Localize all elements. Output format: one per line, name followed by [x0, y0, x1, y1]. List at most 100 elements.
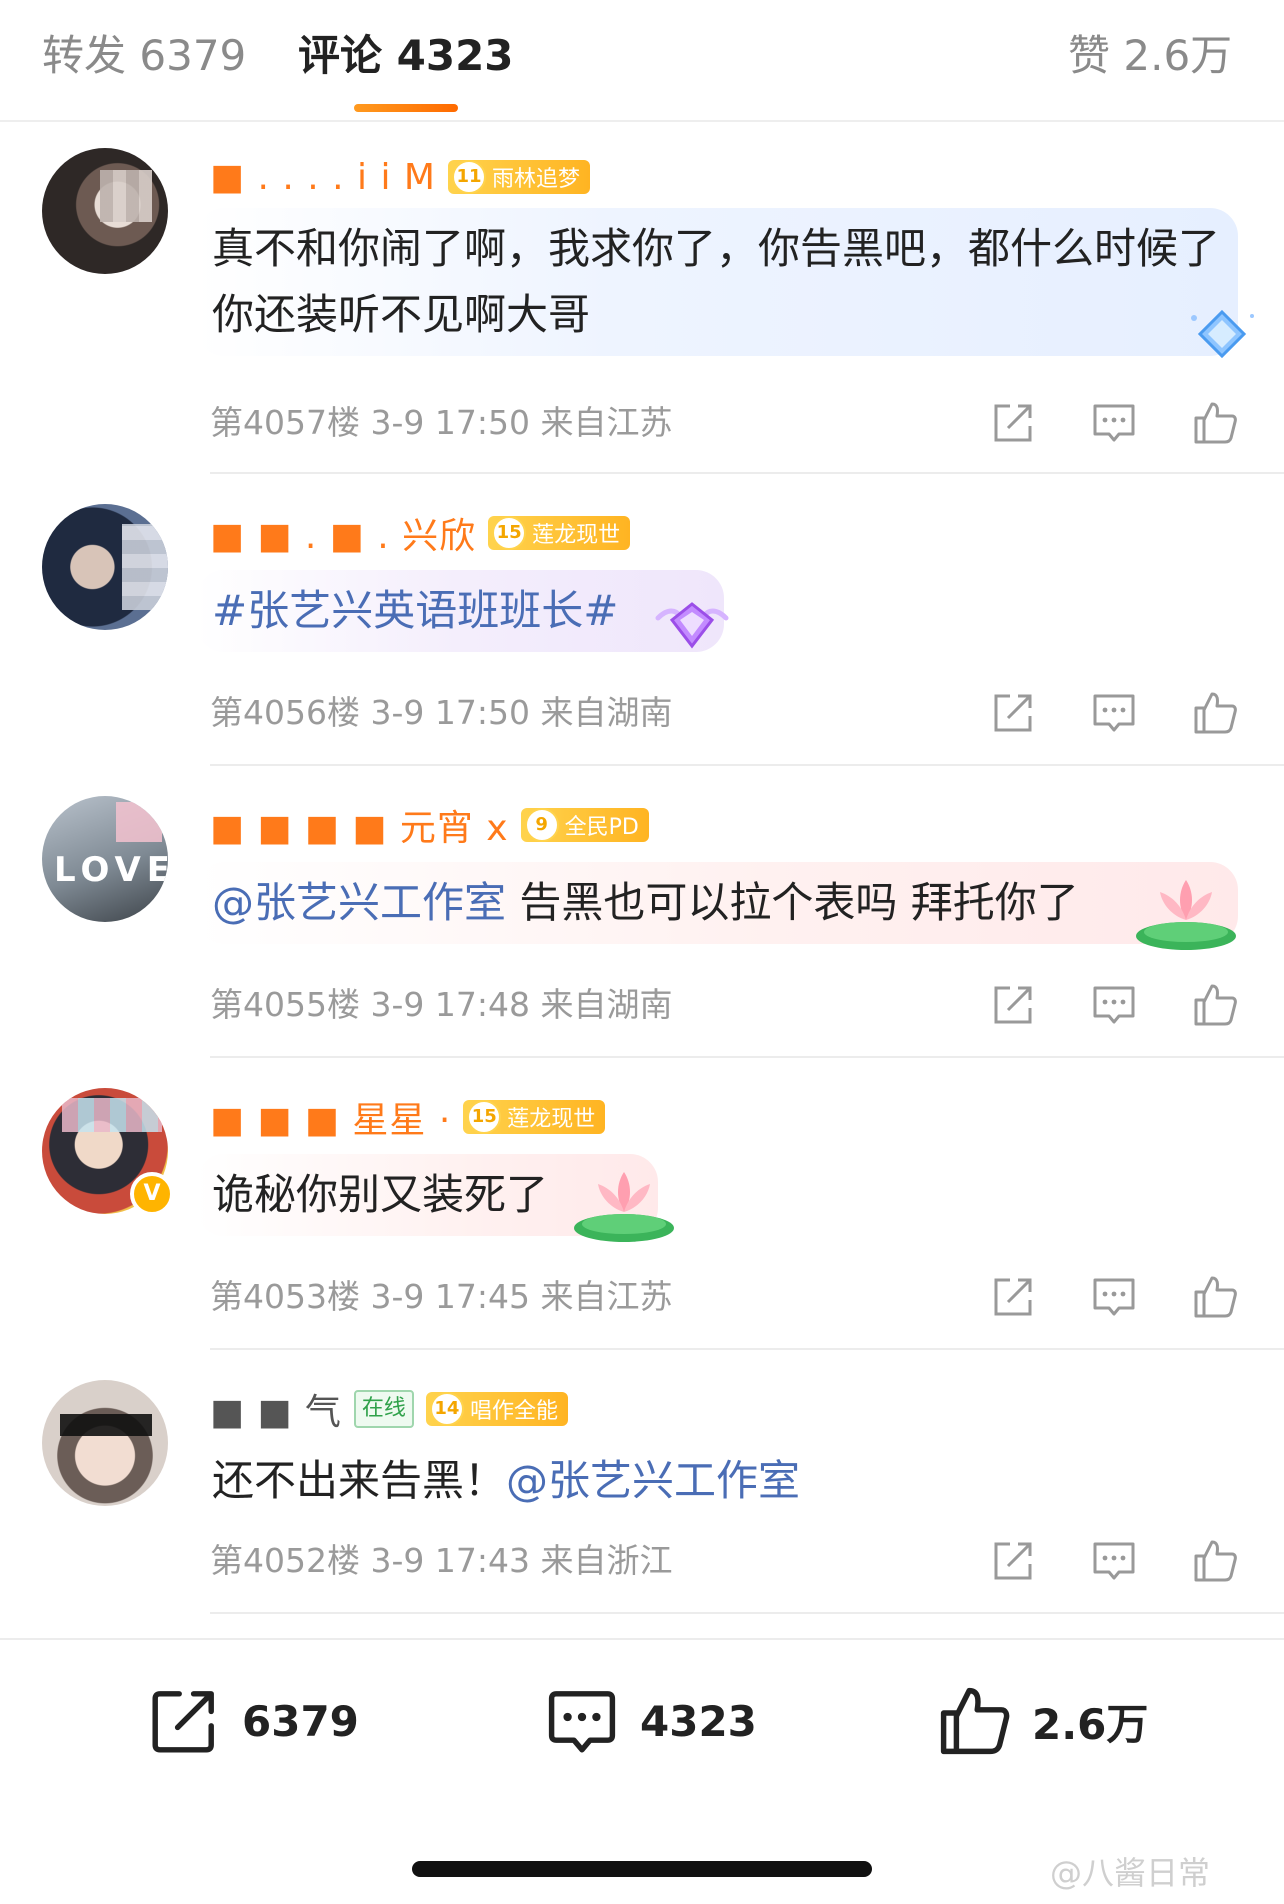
comment-actions — [988, 1536, 1240, 1586]
username[interactable]: ■ ■ ■ 星星 · — [210, 1091, 451, 1143]
repost-icon[interactable] — [988, 1272, 1038, 1322]
comment-icon[interactable] — [1089, 980, 1139, 1030]
comment-count: 4323 — [640, 1696, 757, 1746]
online-status-tag: 在线 — [353, 1390, 414, 1428]
fan-badge[interactable]: 11 雨林追梦 — [447, 160, 590, 194]
avatar[interactable]: LOVE — [42, 796, 168, 922]
comment-header: ■ . . . . i i M 11 雨林追梦 — [210, 152, 590, 202]
comment-meta: 第4055楼 3-9 17:48 来自湖南 — [210, 980, 672, 1030]
tab-comments-label: 评论 — [298, 31, 383, 80]
avatar[interactable] — [42, 148, 168, 274]
comment-actions — [988, 398, 1240, 448]
repost-icon[interactable] — [988, 1536, 1038, 1586]
like-icon[interactable] — [1190, 1272, 1240, 1322]
floor-number: 第4055楼 — [210, 985, 360, 1024]
divider — [210, 764, 1284, 766]
active-tab-indicator — [354, 104, 458, 112]
username[interactable]: ■ ■ . ■ . 兴欣 — [210, 507, 476, 559]
divider — [210, 1612, 1284, 1614]
badge-label: 全民PD — [564, 815, 639, 840]
comment-time: 3-9 17:50 — [370, 403, 530, 442]
floor-number: 第4057楼 — [210, 403, 360, 442]
tab-likes-count: 2.6万 — [1123, 31, 1233, 80]
tab-comments[interactable]: 评论 4323 — [298, 26, 514, 86]
divider — [210, 1348, 1284, 1350]
comment-header: ■ ■ ■ ■ 元宵 x 9 全民PD — [210, 800, 649, 850]
comment-text: 真不和你闹了啊，我求你了，你告黑吧，都什么时候了你还装听不见啊大哥 — [196, 208, 1238, 356]
comment-header: ■ ■ . ■ . 兴欣 15 莲龙现世 — [210, 507, 631, 559]
comment-text: 还不出来告黑！@张艺兴工作室 — [196, 1440, 1208, 1522]
badge-level: 15 — [492, 516, 527, 550]
like-icon[interactable] — [1190, 398, 1240, 448]
like-icon[interactable] — [1190, 980, 1240, 1030]
fan-badge[interactable]: 14 唱作全能 — [425, 1392, 568, 1426]
comment-text-content: 还不出来告黑！ — [212, 1456, 507, 1505]
comment-text-content: 告黑也可以拉个表吗 拜托你了 — [506, 878, 1079, 927]
like-icon[interactable] — [1190, 688, 1240, 738]
floor-number: 第4053楼 — [210, 1277, 360, 1316]
home-indicator[interactable] — [412, 1861, 872, 1877]
lotus-icon — [574, 1172, 674, 1242]
comment-text: #张艺兴英语班班长# — [196, 570, 724, 652]
like-icon[interactable] — [1190, 1536, 1240, 1586]
bottom-repost-button[interactable]: 6379 — [144, 1676, 359, 1766]
username[interactable]: ■ ■ 气 — [210, 1383, 342, 1435]
comment-text-content: 诡秘你别又装死了 — [212, 1170, 549, 1219]
tab-likes-label: 赞 — [1068, 31, 1111, 80]
badge-level: 15 — [467, 1100, 502, 1134]
mention-link[interactable]: @张艺兴工作室 — [506, 1456, 800, 1505]
verified-mark: V — [143, 1181, 161, 1206]
comment-meta: 第4053楼 3-9 17:45 来自江苏 — [210, 1272, 672, 1322]
avatar[interactable] — [42, 1380, 168, 1506]
tab-likes[interactable]: 赞 2.6万 — [1068, 26, 1232, 86]
username[interactable]: ■ ■ ■ ■ 元宵 x — [210, 799, 509, 851]
comment-icon[interactable] — [1089, 1536, 1139, 1586]
comment-actions — [988, 1272, 1240, 1322]
floor-number: 第4052楼 — [210, 1541, 360, 1580]
bottom-like-button[interactable]: 2.6万 — [934, 1676, 1148, 1766]
comment-icon — [548, 1691, 616, 1753]
like-count: 2.6万 — [1032, 1699, 1149, 1749]
repost-icon[interactable] — [988, 980, 1038, 1030]
avatar-letters: LOVE — [54, 850, 168, 890]
comment-location: 来自江苏 — [540, 403, 673, 442]
tab-bar: 转发 6379 评论 4323 赞 2.6万 — [0, 0, 1284, 122]
tab-repost[interactable]: 转发 6379 — [42, 26, 246, 86]
comment-location: 来自湖南 — [540, 693, 673, 732]
mention-link[interactable]: @张艺兴工作室 — [212, 878, 506, 927]
fan-badge[interactable]: 15 莲龙现世 — [488, 516, 631, 550]
topic-hashtag[interactable]: #张艺兴英语班班长# — [212, 586, 618, 635]
username[interactable]: ■ . . . . i i M — [210, 157, 436, 198]
tab-repost-count: 6379 — [139, 31, 247, 80]
divider — [210, 1056, 1284, 1058]
lotus-icon — [1136, 880, 1236, 950]
comment-meta: 第4056楼 3-9 17:50 来自湖南 — [210, 688, 672, 738]
comment-header: ■ ■ 气 在线 14 唱作全能 — [210, 1384, 568, 1434]
comment-icon[interactable] — [1089, 1272, 1139, 1322]
repost-icon — [152, 1691, 214, 1753]
like-icon — [940, 1687, 1010, 1755]
floor-number: 第4056楼 — [210, 693, 360, 732]
comment-icon[interactable] — [1089, 688, 1139, 738]
repost-icon[interactable] — [988, 688, 1038, 738]
badge-label: 唱作全能 — [469, 1399, 558, 1424]
comment-actions — [988, 980, 1240, 1030]
comment-time: 3-9 17:48 — [370, 985, 530, 1024]
comment-text: @张艺兴工作室 告黑也可以拉个表吗 拜托你了 — [196, 862, 1238, 944]
bottom-comment-button[interactable]: 4323 — [542, 1676, 757, 1766]
fan-badge[interactable]: 9 全民PD — [520, 808, 649, 842]
badge-label: 莲龙现世 — [507, 1107, 596, 1132]
comment-location: 来自湖南 — [540, 985, 673, 1024]
verified-badge: V — [130, 1172, 174, 1216]
tab-comments-count: 4323 — [396, 31, 514, 80]
fan-badge[interactable]: 15 莲龙现世 — [463, 1100, 606, 1134]
badge-label: 莲龙现世 — [532, 523, 621, 548]
avatar[interactable] — [42, 504, 168, 630]
comment-location: 来自江苏 — [540, 1277, 673, 1316]
comment-actions — [988, 688, 1240, 738]
badge-label: 雨林追梦 — [491, 167, 580, 192]
comment-location: 来自浙江 — [540, 1541, 673, 1580]
comment-icon[interactable] — [1089, 398, 1139, 448]
comment-meta: 第4052楼 3-9 17:43 来自浙江 — [210, 1536, 672, 1586]
repost-icon[interactable] — [988, 398, 1038, 448]
